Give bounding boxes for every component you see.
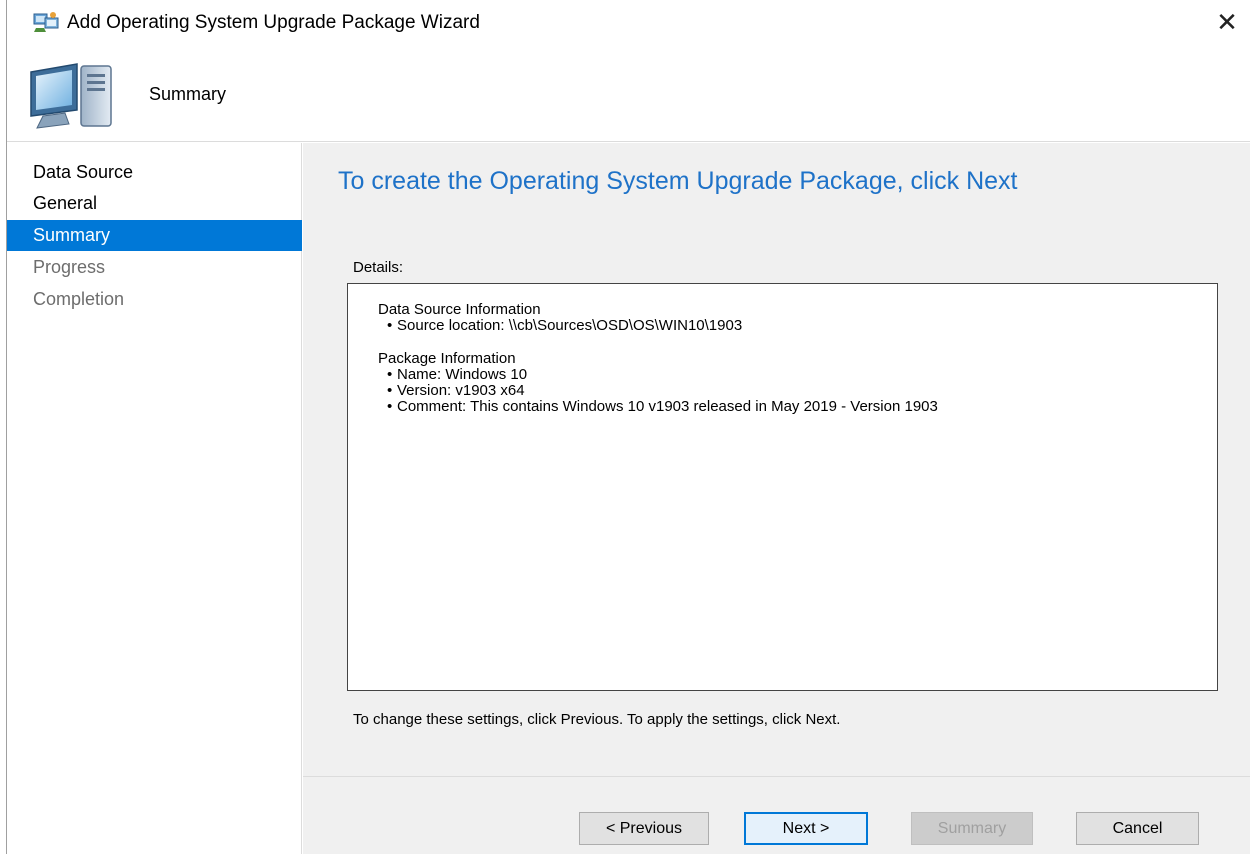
wizard-header: Summary bbox=[7, 46, 1250, 142]
nav-item-progress: Progress bbox=[33, 257, 106, 277]
page-title: Summary bbox=[149, 84, 227, 104]
data-source-section: Data Source Information Source location:… bbox=[378, 301, 1217, 335]
list-item: Version: v1903 x64 bbox=[378, 383, 1217, 400]
close-button[interactable]: ✕ bbox=[1204, 0, 1250, 46]
previous-button[interactable]: < Previous bbox=[579, 812, 709, 845]
close-icon: ✕ bbox=[1216, 8, 1238, 38]
content-heading: To create the Operating System Upgrade P… bbox=[338, 167, 1018, 195]
next-button[interactable]: Next > bbox=[744, 812, 868, 845]
cancel-button[interactable]: Cancel bbox=[1076, 812, 1199, 845]
summary-button: Summary bbox=[911, 812, 1033, 845]
title-bar: Add Operating System Upgrade Package Wiz… bbox=[7, 0, 1250, 46]
section-title: Package Information bbox=[378, 350, 516, 367]
nav-item-data-source[interactable]: Data Source bbox=[7, 157, 302, 188]
details-textbox[interactable]: Data Source Information Source location:… bbox=[347, 283, 1218, 691]
nav-item-summary[interactable]: Summary bbox=[7, 220, 302, 251]
list-item: Comment: This contains Windows 10 v1903 … bbox=[378, 399, 1217, 416]
wizard-app-icon bbox=[33, 12, 59, 32]
wizard-content: To create the Operating System Upgrade P… bbox=[303, 143, 1250, 854]
wizard-steps-nav: Data Source General Summary Progress Com… bbox=[7, 143, 302, 854]
package-section: Package Information Name: Windows 10 Ver… bbox=[378, 350, 1217, 416]
computer-wizard-icon bbox=[30, 63, 112, 129]
list-item: Name: Windows 10 bbox=[378, 367, 1217, 384]
nav-item-completion: Completion bbox=[33, 289, 125, 309]
nav-item-general[interactable]: General bbox=[7, 188, 302, 219]
footer-divider bbox=[303, 776, 1250, 777]
details-label: Details: bbox=[353, 259, 404, 276]
section-title: Data Source Information bbox=[378, 301, 541, 318]
window-title: Add Operating System Upgrade Package Wiz… bbox=[67, 12, 480, 33]
instruction-text: To change these settings, click Previous… bbox=[353, 711, 841, 728]
list-item: Source location: \\cb\Sources\OSD\OS\WIN… bbox=[378, 318, 1217, 335]
